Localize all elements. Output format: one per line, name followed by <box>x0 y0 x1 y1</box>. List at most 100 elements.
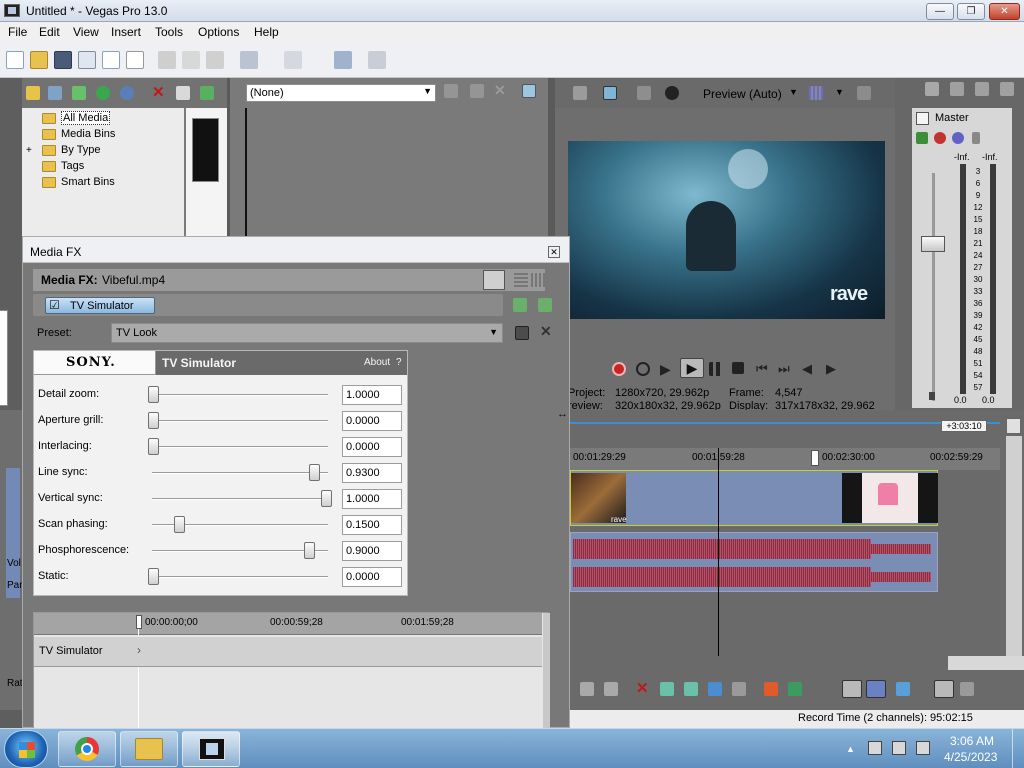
video-event[interactable]: rave <box>570 470 938 526</box>
keyframe-track[interactable]: TV Simulator › <box>34 637 542 667</box>
tree-item-smart-bins[interactable]: Smart Bins <box>42 176 115 188</box>
network-icon[interactable] <box>892 741 906 755</box>
param-slider-track[interactable] <box>152 420 328 422</box>
param-value-input[interactable]: 1.0000 <box>342 489 402 509</box>
get-media-web-icon[interactable] <box>72 86 86 100</box>
video-track-header[interactable] <box>6 468 20 540</box>
checkbox-icon[interactable]: ☑ <box>49 298 60 312</box>
mixer-insert-bus-icon[interactable] <box>975 82 989 96</box>
close-button[interactable]: ✕ <box>989 3 1020 20</box>
dialog-close-icon[interactable]: ✕ <box>548 246 560 258</box>
go-to-start-icon[interactable]: ⏮ <box>756 361 770 376</box>
preset-dropdown[interactable]: TV Look ▼ <box>111 323 503 343</box>
explorer-taskbar-button[interactable] <box>120 731 178 767</box>
menu-view[interactable]: View <box>73 25 99 39</box>
search-media-icon[interactable] <box>120 86 134 100</box>
param-slider-thumb[interactable] <box>148 386 159 403</box>
paste-icon[interactable] <box>206 51 224 69</box>
lock-icon[interactable] <box>929 392 935 400</box>
save-icon[interactable] <box>54 51 72 69</box>
filter-clear-icon[interactable]: ✕ <box>494 83 508 98</box>
delete-preset-icon[interactable]: ✕ <box>540 324 554 339</box>
menu-tools[interactable]: Tools <box>155 25 183 39</box>
param-slider-thumb[interactable] <box>148 412 159 429</box>
edit-tool-icon[interactable] <box>580 682 594 696</box>
audio-event[interactable] <box>570 532 938 592</box>
vegas-app-icon[interactable] <box>4 4 20 17</box>
keyframe-cursor-handle[interactable] <box>136 615 142 629</box>
about-link[interactable]: About <box>364 357 390 368</box>
tree-item-by-type[interactable]: + By Type <box>26 144 101 156</box>
param-slider-thumb[interactable] <box>148 438 159 455</box>
minimize-button[interactable]: — <box>926 3 954 20</box>
tree-item-all-media[interactable]: All Media <box>42 111 111 125</box>
redo-icon[interactable] <box>284 51 302 69</box>
enable-snapping-icon[interactable] <box>896 682 910 696</box>
mixer-meters-icon[interactable] <box>1000 82 1014 96</box>
media-fx-icon[interactable] <box>200 86 214 100</box>
zoom-tool-icon[interactable] <box>604 682 618 696</box>
clock-date[interactable]: 4/25/2023 <box>944 750 997 764</box>
play-icon[interactable]: ▶ <box>680 358 704 378</box>
master-fader[interactable] <box>921 236 945 252</box>
trim-start-icon[interactable] <box>660 682 674 696</box>
action-center-icon[interactable] <box>868 741 882 755</box>
param-slider-thumb[interactable] <box>308 464 320 481</box>
lock-envelopes-icon[interactable] <box>960 682 974 696</box>
chain-view-icon[interactable] <box>483 270 505 290</box>
record-icon[interactable] <box>612 362 626 376</box>
param-value-input[interactable]: 0.9300 <box>342 463 402 483</box>
open-folder-icon[interactable] <box>30 51 48 69</box>
volume-icon[interactable] <box>916 741 930 755</box>
capture-video-icon[interactable] <box>48 86 62 100</box>
trim-end-icon[interactable] <box>684 682 698 696</box>
param-slider-thumb[interactable] <box>173 516 185 533</box>
go-to-end-icon[interactable]: ⏭ <box>778 361 792 376</box>
external-monitor-icon[interactable] <box>603 86 617 100</box>
tree-item-media-bins[interactable]: Media Bins <box>42 128 115 140</box>
master-record-icon[interactable] <box>934 132 946 144</box>
chevron-down-icon[interactable]: ▼ <box>789 87 798 97</box>
auto-ripple-icon[interactable] <box>934 680 954 698</box>
split-icon[interactable] <box>708 682 722 696</box>
clock-time[interactable]: 3:06 AM <box>950 734 994 748</box>
ignore-grouping-icon[interactable] <box>842 680 862 698</box>
tree-item-tags[interactable]: Tags <box>42 160 84 172</box>
whats-this-help-icon[interactable] <box>368 51 386 69</box>
param-slider-track[interactable] <box>152 498 328 500</box>
split-screen-icon[interactable] <box>637 86 651 100</box>
overlay-grid-icon[interactable] <box>809 86 823 100</box>
chrome-taskbar-button[interactable] <box>58 731 116 767</box>
refresh-icon[interactable] <box>96 86 110 100</box>
master-strip-icon[interactable] <box>916 112 929 125</box>
param-slider-track[interactable] <box>152 394 328 396</box>
param-value-input[interactable]: 1.0000 <box>342 385 402 405</box>
cut-icon[interactable] <box>158 51 176 69</box>
master-fx-icon[interactable] <box>916 132 928 144</box>
fx-chain-item[interactable]: ☑ TV Simulator <box>45 297 155 314</box>
paintbrush-icon[interactable] <box>334 51 352 69</box>
insert-marker-icon[interactable] <box>764 682 778 696</box>
chevron-down-icon[interactable]: ▼ <box>835 87 844 97</box>
grid-view-icon[interactable] <box>531 273 545 287</box>
auto-crossfade-icon[interactable] <box>866 680 886 698</box>
media-thumbnail[interactable] <box>192 118 219 182</box>
media-properties-icon[interactable] <box>176 86 190 100</box>
media-filter-dropdown[interactable]: (None) ▼ <box>246 84 436 102</box>
copy-snapshot-icon[interactable] <box>857 86 871 100</box>
help-icon[interactable]: ? <box>396 357 402 368</box>
menu-file[interactable]: File <box>8 25 27 39</box>
menu-help[interactable]: Help <box>254 25 279 39</box>
playhead-handle[interactable] <box>811 450 819 466</box>
save-as-icon[interactable] <box>78 51 96 69</box>
expand-icon[interactable]: + <box>26 145 36 156</box>
maximize-button[interactable]: ❐ <box>957 3 985 20</box>
show-desktop-button[interactable] <box>1012 729 1024 768</box>
param-slider-track[interactable] <box>152 576 328 578</box>
mixer-properties-icon[interactable] <box>925 82 939 96</box>
param-value-input[interactable]: 0.0000 <box>342 437 402 457</box>
previous-frame-icon[interactable]: ◀ <box>802 361 816 376</box>
overlay-icon[interactable] <box>665 86 679 100</box>
param-value-input[interactable]: 0.0000 <box>342 567 402 587</box>
menu-edit[interactable]: Edit <box>39 25 60 39</box>
